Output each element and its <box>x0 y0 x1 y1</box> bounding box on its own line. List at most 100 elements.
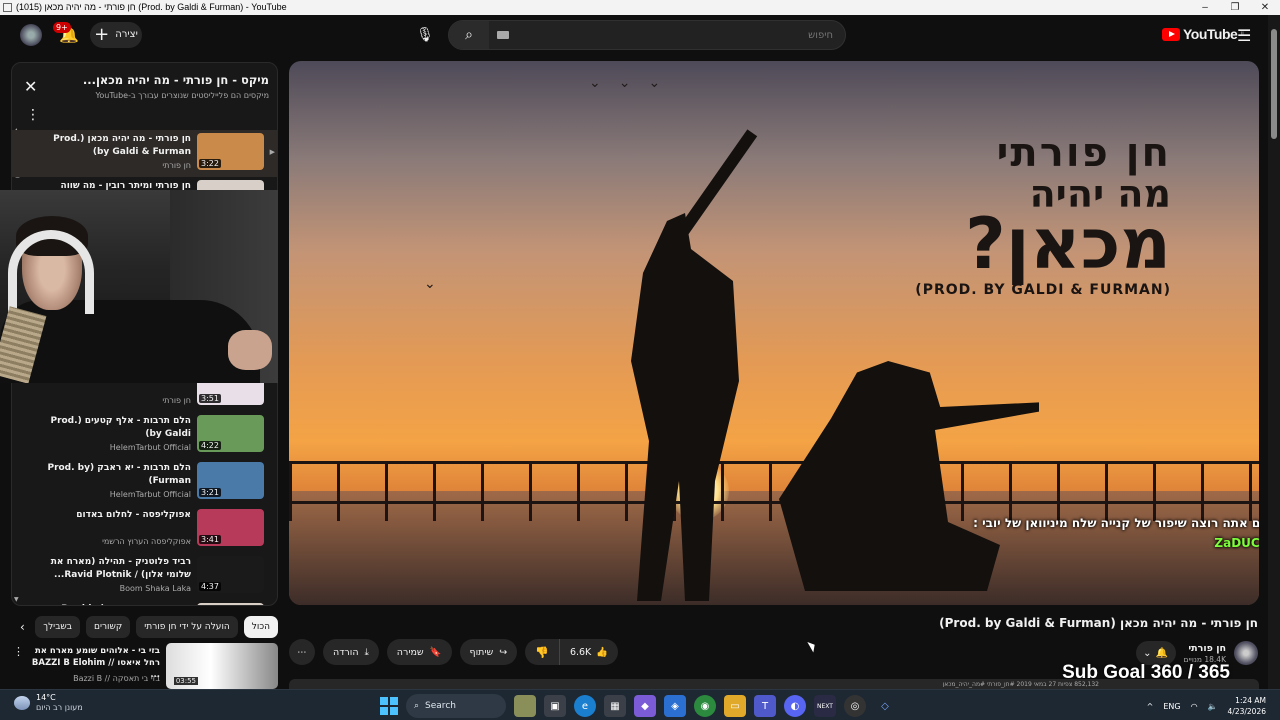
video-frame-railing-posts <box>289 461 1259 521</box>
weather-widget[interactable]: 14°C מעונן רב היום <box>14 693 83 713</box>
taskbar-apps: ⌕ Search ▣ e ▦ ◆ ◈ ◉ ▭ T ◐ NEXT ◎ ◇ <box>380 693 896 719</box>
taskbar-clock[interactable]: 1:24 AM 4/23/2026 <box>1228 695 1266 717</box>
chrome-icon[interactable]: ◉ <box>694 695 716 717</box>
share-button[interactable]: ↪ שיתוף <box>459 639 518 665</box>
taskbar-search[interactable]: ⌕ Search <box>406 694 506 718</box>
chevron-down-icon: ⌄ <box>1143 647 1152 659</box>
minimize-button[interactable]: – <box>1190 0 1220 15</box>
playlist-item-thumbnail[interactable]: 3:21 <box>197 462 264 499</box>
taskbar-search-icon: ⌕ <box>414 701 420 711</box>
video-title-overlay: חן פורתי מה יהיה מכאן? (PROD. BY GALDI &… <box>915 133 1171 297</box>
video-frame-railing-top <box>289 461 1259 464</box>
playlist-item[interactable]: 3:22 חן פורתי - מה יהיה מכאן (Prod. by Ga… <box>12 130 277 177</box>
overlay-artist: חן פורתי <box>996 130 1171 176</box>
youtube-logo[interactable]: YouTube IL <box>1162 26 1245 42</box>
account-avatar[interactable] <box>20 24 42 46</box>
playlist-item[interactable]: 3:41 אפוקליפסה - לחלום באדום אפוקליפסה הער… <box>12 506 277 553</box>
discord-icon[interactable]: ◐ <box>784 695 806 717</box>
app-diamond-icon[interactable]: ◇ <box>874 695 896 717</box>
recommended-duration: 03:55 <box>173 677 198 685</box>
stream-chat-message: אם אתה רוצה שיפור של קנייה שלח מיניוואן … <box>949 513 1259 553</box>
scroll-down-icon[interactable]: ▼ <box>14 596 19 603</box>
page-scrollbar-thumb[interactable] <box>1271 29 1277 139</box>
playlist-item[interactable]: 4:22 הלם תרבות - אלף קטעים (Prod. by Gald… <box>12 412 277 459</box>
webcam-overlay <box>0 190 278 383</box>
teams-icon[interactable]: T <box>754 695 776 717</box>
save-label: שמירה <box>396 646 424 658</box>
window-controls: – ❐ ✕ <box>1190 0 1280 15</box>
video-title: חן פורתי - מה יהיה מכאן (Prod. by Galdi … <box>939 616 1258 630</box>
tray-lang[interactable]: ENG <box>1163 702 1180 711</box>
dislike-button[interactable]: 👎 <box>525 639 559 665</box>
window-icon <box>3 3 12 12</box>
create-button[interactable]: יצירה + <box>90 22 142 48</box>
m365-icon[interactable]: ◈ <box>664 695 686 717</box>
obs-icon[interactable]: ◎ <box>844 695 866 717</box>
chip-uploaded-by[interactable]: הועלה על ידי חן פורתי <box>136 616 238 638</box>
tray-expand-icon[interactable]: ^ <box>1147 702 1154 711</box>
copilot-icon[interactable]: ◆ <box>634 695 656 717</box>
playlist-item-channel: חן פורתי <box>162 161 191 170</box>
close-playlist-icon[interactable]: ✕ <box>24 77 37 96</box>
volume-icon[interactable]: 🔈 <box>1208 702 1218 711</box>
chat-username: ZaDUCK <box>1214 536 1259 550</box>
search-input[interactable] <box>493 23 839 47</box>
wifi-icon[interactable]: ◠ <box>1191 702 1198 711</box>
more-options-icon[interactable]: ⋮ <box>26 107 40 123</box>
edge-icon[interactable]: e <box>574 695 596 717</box>
playlist-item[interactable]: חן פורתי - שקר החן (Prod.by <box>12 600 277 605</box>
chat-message-text: אם אתה רוצה שיפור של קנייה שלח מיניוואן … <box>982 516 1259 530</box>
save-button[interactable]: 🔖 שמירה <box>386 639 452 665</box>
voice-search-mic-icon[interactable]: 🎙 <box>410 20 440 50</box>
chip-related[interactable]: קשורים <box>85 616 131 638</box>
close-window-button[interactable]: ✕ <box>1250 0 1280 15</box>
playlist-item-thumbnail[interactable]: 3:41 <box>197 509 264 546</box>
taskbar-time: 1:24 AM <box>1235 696 1266 705</box>
next-app-icon[interactable]: NEXT <box>814 695 836 717</box>
store-icon[interactable]: ▦ <box>604 695 626 717</box>
playlist-item-title: רביד פלוטניק - תהילה (מארח את שלומי אלון… <box>50 557 191 580</box>
recommended-video[interactable]: 03:55 בזי בי - אלוהים שומע מארח את רחל א… <box>11 643 278 689</box>
windows-start-icon[interactable] <box>380 697 398 715</box>
maximize-button[interactable]: ❐ <box>1220 0 1250 15</box>
hamburger-menu-icon[interactable]: ☰ <box>1237 26 1251 45</box>
like-count: 6.6K <box>569 646 592 658</box>
description-box[interactable]: 852,132 צפיות 27 במאי 2019 #חן_פורתי #מה… <box>289 679 1259 689</box>
page-scrollbar[interactable] <box>1268 15 1280 689</box>
video-frame-birds: ⌄⌄⌄ <box>589 75 679 91</box>
download-button[interactable]: ⤓ הורדה <box>323 639 379 665</box>
weather-desc: מעונן רב היום <box>36 703 83 712</box>
system-tray: ^ ENG ◠ 🔈 1:24 AM 4/23/2026 <box>1147 693 1266 719</box>
video-frame-bird: ⌄ <box>424 276 436 292</box>
file-explorer-icon[interactable]: ▭ <box>724 695 746 717</box>
playlist-item-duration: 3:51 <box>199 394 221 403</box>
playlist-item-thumbnail[interactable]: 4:22 <box>197 415 264 452</box>
playlist-item[interactable]: 4:37 רביד פלוטניק - תהילה (מארח את שלומי … <box>12 553 277 600</box>
task-view-icon[interactable]: ▣ <box>544 695 566 717</box>
playlist-item-duration: 3:21 <box>199 488 221 497</box>
playlist-item-channel: HelemTarbut Official <box>109 490 191 499</box>
more-actions-button[interactable]: ⋯ <box>289 639 315 665</box>
playlist-item[interactable]: 3:21 הלם תרבות - יא ראבק (Prod. by Furman… <box>12 459 277 506</box>
playlist-item-channel: Boom Shaka Laka <box>119 584 191 593</box>
playlist-item-thumbnail[interactable]: 3:22 <box>197 133 264 170</box>
playlist-header: ✕ ⋮ מיקס - חן פורתי - מה יהיה מכאן... מי… <box>12 63 277 127</box>
playlist-item-thumbnail[interactable]: 4:37 <box>197 556 264 593</box>
like-button[interactable]: 6.6K 👍 <box>558 639 618 665</box>
chip-for-you[interactable]: בשבילך <box>35 616 80 638</box>
chip-all[interactable]: הכול <box>243 616 278 638</box>
thumbs-down-icon: 👎 <box>535 645 549 659</box>
recommended-channel[interactable]: בזי בי תאסקה // Bazzi B <box>73 674 160 683</box>
channel-avatar[interactable] <box>1234 641 1258 665</box>
recommended-more-icon[interactable]: ⋮ <box>13 645 24 658</box>
widgets-icon[interactable] <box>514 695 536 717</box>
playlist-item-thumbnail[interactable] <box>197 603 264 605</box>
plus-icon: + <box>94 24 110 45</box>
video-actions: ⋯ ⤓ הורדה 🔖 שמירה ↪ שיתוף 👎 6.6K 👍 <box>289 638 619 666</box>
ellipsis-icon: ⋯ <box>297 646 307 658</box>
taskbar-search-label: Search <box>425 701 456 711</box>
channel-name[interactable]: חן פורתי <box>1184 643 1226 655</box>
playlist-item-channel: אפוקליפסה הערוץ הרשמי <box>102 537 191 546</box>
search-button[interactable]: ⌕ <box>449 21 489 49</box>
video-player[interactable]: ⌄⌄⌄ ⌄ חן פורתי מה יהיה מכאן? (PROD. BY G… <box>289 61 1259 605</box>
